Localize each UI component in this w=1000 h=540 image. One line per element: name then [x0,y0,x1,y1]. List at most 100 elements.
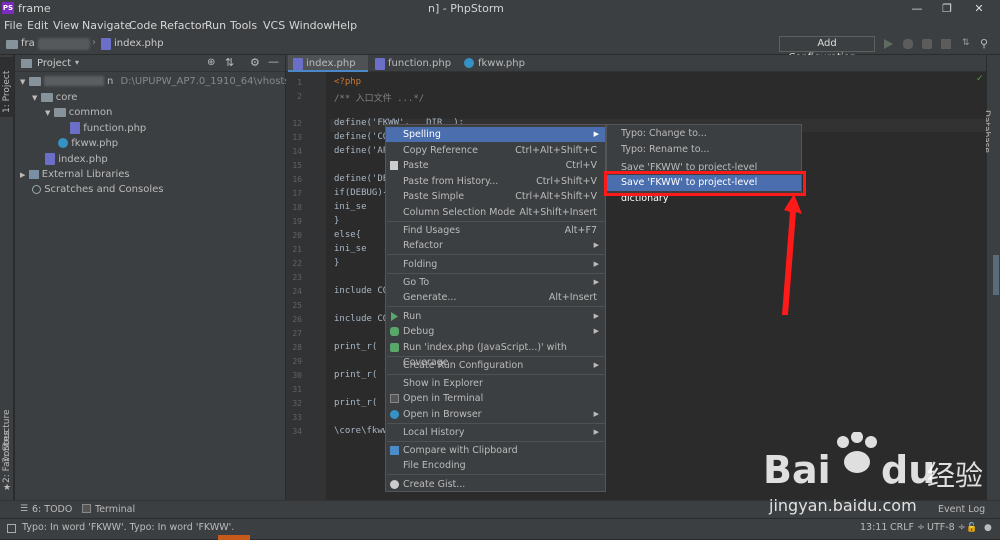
tree-item-function-php[interactable]: function.php [70,122,146,134]
menu-item-copy-reference[interactable]: Copy Reference Ctrl+Alt+Shift+C [386,143,605,158]
coverage-icon[interactable] [922,39,932,49]
tab-index-php[interactable]: index.php ✕ [288,55,368,86]
tree-item-external-libraries[interactable]: ▶ External Libraries [20,169,130,180]
tab-function-php[interactable]: function.php ✕ [370,55,458,86]
class-file-icon [58,138,68,148]
menu-separator [387,356,606,357]
menu-item-run-with-coverage[interactable]: Run 'index.php (JavaScript...)' with Cov… [386,340,605,368]
menu-item-local-history[interactable]: Local History ▶ [386,425,605,440]
menu-item-debug[interactable]: Debug ▶ [386,324,605,339]
code-line: include CO [334,314,389,324]
menu-item-generate[interactable]: Generate... Alt+Insert [386,290,605,305]
menu-item-refactor[interactable]: Refactor ▶ [386,238,605,253]
library-icon [28,169,39,179]
menu-item-paste-from-history[interactable]: Paste from History... Ctrl+Shift+V [386,174,605,189]
tree-root[interactable]: ▼ n D:\UPUPW_AP7.0_1910_64\vhosts\frame [20,76,323,87]
hide-icon[interactable]: — [268,55,279,68]
menu-item-run[interactable]: Run ▶ [386,309,605,324]
status-toggle-icon[interactable] [7,524,16,533]
project-panel-header: Project ▾ ⊕ ⇅ ⚙ — [15,55,285,72]
menu-item-paste[interactable]: Paste Ctrl+V [386,158,605,173]
stop-icon[interactable] [941,39,951,49]
code-line: print_r( [334,342,378,352]
dropdown-icon[interactable]: ▾ [75,58,79,67]
lock-icon[interactable]: 🔓 [966,523,977,533]
line-number: 25 [292,301,302,310]
code-line-folded-comment: /** 入口文件 ...*/ [334,94,425,104]
annotation-arrow [782,194,802,315]
add-configuration-button[interactable]: Add Configuration... [779,36,875,63]
breadcrumb-file[interactable]: index.php [114,38,164,49]
tree-item-fkww-php[interactable]: fkww.php [58,138,118,149]
tree-item-scratches[interactable]: Scratches and Consoles [32,184,163,195]
tree-item-core[interactable]: ▼ core [32,92,77,103]
run-icon[interactable] [884,39,893,49]
menu-vcs[interactable]: VCS [263,19,285,32]
menu-item-open-in-terminal[interactable]: Open in Terminal [386,391,605,406]
menu-item-column-selection[interactable]: Column Selection Mode Alt+Shift+Insert [386,205,605,220]
menu-window[interactable]: Window [289,19,332,32]
debug-icon [390,327,399,336]
collapse-icon[interactable]: ⇅ [225,56,234,69]
menu-code[interactable]: Code [129,19,157,32]
line-separator[interactable]: CRLF ÷ [890,522,925,533]
line-number: 13 [292,133,302,142]
line-number: 28 [292,343,302,352]
line-number: 30 [292,371,302,380]
line-number: 21 [292,245,302,254]
menu-item-go-to[interactable]: Go To ▶ [386,275,605,290]
menu-item-spelling[interactable]: Spelling ▶ [386,127,605,142]
expand-arrow-icon: ▶ [20,171,26,179]
tree-item-label: common [68,107,113,118]
minimize-icon[interactable]: — [902,0,932,17]
breadcrumb-root[interactable]: fra [21,38,35,49]
scope-icon[interactable]: ⊕ [207,57,215,68]
menu-view[interactable]: View [53,19,79,32]
menu-refactor[interactable]: Refactor [160,19,206,32]
line-number: 27 [292,329,302,338]
project-panel-title[interactable]: Project [37,58,71,69]
menu-item-open-in-browser[interactable]: Open in Browser ▶ [386,407,605,422]
menu-separator [387,474,606,475]
caret-position[interactable]: 13:11 [860,522,887,533]
vcs-icon[interactable]: ⇅ [962,38,970,48]
inspector-icon[interactable]: ● [984,523,992,533]
menu-tools[interactable]: Tools [230,19,257,32]
menu-help[interactable]: Help [332,19,357,32]
menu-item-paste-simple[interactable]: Paste Simple Ctrl+Alt+Shift+V [386,189,605,204]
menu-item-find-usages[interactable]: Find Usages Alt+F7 [386,223,605,238]
submenu-typo-change[interactable]: Typo: Change to... [607,126,801,142]
tree-item-index-php[interactable]: index.php [45,153,108,165]
tree-item-common[interactable]: ▼ common [45,107,112,118]
submenu-typo-rename[interactable]: Typo: Rename to... [607,142,801,158]
menu-file[interactable]: File [4,19,22,32]
tree-item-label: fkww.php [71,138,119,149]
tool-terminal[interactable]: Terminal [95,504,135,515]
arrow-shape [782,194,802,315]
menu-item-create-gist[interactable]: Create Gist... [386,477,605,492]
search-icon[interactable]: ⚲ [980,37,988,50]
menu-edit[interactable]: Edit [27,19,48,32]
debug-icon[interactable] [903,39,913,49]
menu-item-file-encoding[interactable]: File Encoding [386,458,605,473]
maximize-icon[interactable]: ❐ [932,0,962,17]
run-icon [391,312,398,321]
code-line: \core\fkww [334,426,389,436]
menu-item-create-run-config[interactable]: Create Run Configuration ▶ [386,358,605,373]
menu-item-show-in-explorer[interactable]: Show in Explorer [386,376,605,391]
tab-fkww-php[interactable]: fkww.php ✕ [460,55,540,86]
menu-navigate[interactable]: Navigate [82,19,131,32]
tool-project[interactable]: 1: Project [2,71,12,113]
settings-gear-icon[interactable]: ⚙ [250,56,260,69]
file-encoding[interactable]: UTF-8 ÷ [927,522,966,533]
tool-favorites[interactable]: 2: Favorites [2,431,12,483]
menu-run[interactable]: Run [205,19,226,32]
menu-item-folding[interactable]: Folding ▶ [386,257,605,272]
tab-label: function.php [388,58,452,69]
root-folder-name: n [106,76,114,87]
expand-arrow-icon: ▼ [20,78,26,86]
tool-todo[interactable]: 6: TODO [32,504,72,515]
menu-item-compare-clipboard[interactable]: Compare with Clipboard [386,443,605,458]
code-line: else{ [334,230,362,240]
close-icon[interactable]: ✕ [964,0,994,17]
